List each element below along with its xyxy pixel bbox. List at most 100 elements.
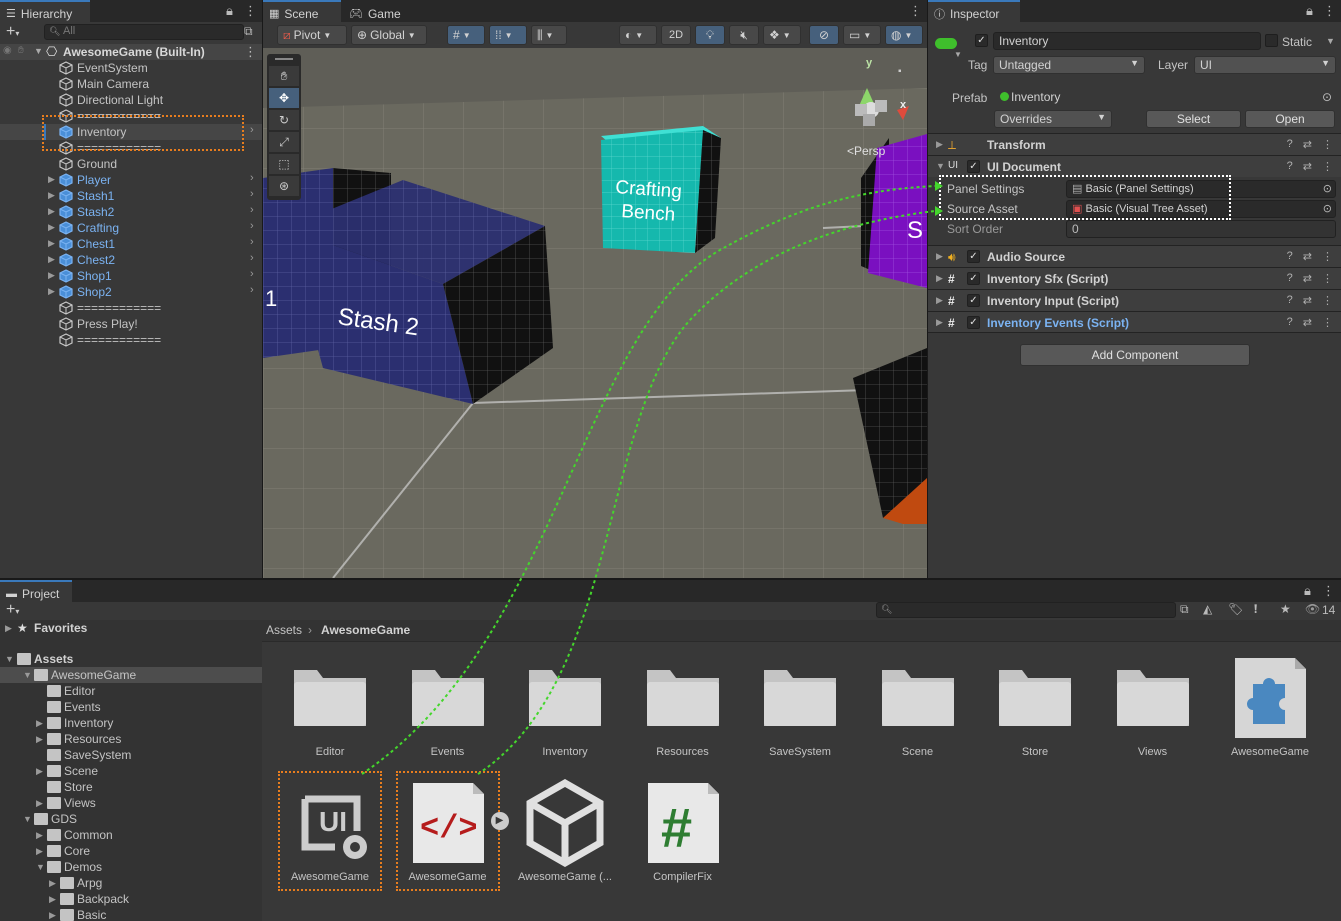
filter-by-label-icon[interactable]: 🏷︎	[1228, 602, 1243, 616]
add-component-button[interactable]: Add Component	[1020, 344, 1250, 366]
hierarchy-item[interactable]: ============	[0, 300, 262, 316]
preset-icon[interactable]: ⇄	[1303, 316, 1312, 329]
fold-closed-icon[interactable]: ▶	[36, 715, 43, 731]
object-picker-icon[interactable]: ⊙	[1323, 182, 1332, 195]
context-menu-icon[interactable]: ⋮	[1322, 294, 1333, 307]
asset-file[interactable]: AwesomeGame (...	[510, 779, 620, 889]
project-search-input[interactable]: 🔍︎	[876, 602, 1176, 618]
fold-closed-icon[interactable]: ▶	[48, 286, 55, 297]
object-picker-icon[interactable]: ⊙	[1322, 90, 1332, 104]
enabled-checkbox[interactable]: ✓	[967, 272, 980, 285]
active-checkbox[interactable]: ✓	[975, 34, 988, 47]
fold-open-icon[interactable]: ▼	[936, 161, 945, 171]
hierarchy-item[interactable]: ▶ › Stash2	[0, 204, 262, 220]
fold-closed-icon[interactable]: ▶	[5, 620, 12, 636]
asset-folder[interactable]: Store	[980, 654, 1090, 764]
enabled-checkbox[interactable]: ✓	[967, 160, 980, 173]
hierarchy-scene-root[interactable]: ◉ ✋︎ ▼ ⎔ AwesomeGame (Built-In) ⋮	[0, 44, 262, 60]
fold-open-icon[interactable]: ▼	[36, 859, 45, 875]
pickable-icon[interactable]: ✋︎	[18, 45, 24, 56]
breadcrumb-assets[interactable]: Assets	[266, 623, 302, 637]
chevron-right-icon[interactable]: ›	[250, 284, 254, 296]
static-checkbox[interactable]	[1265, 34, 1278, 47]
context-menu-icon[interactable]: ⋮	[1322, 250, 1333, 263]
fold-open-icon[interactable]: ▼	[5, 651, 14, 667]
tree-folder-item[interactable]: ▶ Views	[0, 795, 262, 811]
prefab-select-button[interactable]: Select	[1146, 110, 1241, 128]
asset-folder[interactable]: Resources	[628, 654, 738, 764]
preset-icon[interactable]: ⇄	[1303, 160, 1312, 173]
tab-hierarchy[interactable]: ☰ Hierarchy	[0, 0, 90, 22]
hierarchy-item[interactable]: Press Play!	[0, 316, 262, 332]
help-icon[interactable]: ?	[1287, 294, 1293, 307]
gizmos-dropdown[interactable]: ◍ ▼	[885, 25, 923, 45]
chevron-right-icon[interactable]: ›	[250, 268, 254, 280]
preset-icon[interactable]: ⇄	[1303, 272, 1312, 285]
rotate-tool-button[interactable]: ↻	[269, 110, 299, 130]
asset-file[interactable]: UI AwesomeGame	[275, 771, 385, 891]
audio-toggle[interactable]: 🔇︎	[729, 25, 759, 45]
rect-tool-button[interactable]: ⬚	[269, 154, 299, 174]
sort-order-field[interactable]: 0	[1066, 220, 1336, 238]
fold-closed-icon[interactable]: ▶	[48, 174, 55, 185]
tree-favorites[interactable]: ▶ ★ Favorites	[0, 620, 262, 636]
increment-snap-button[interactable]: ⫼ ▼	[531, 25, 567, 45]
tab-inspector[interactable]: ⓘ Inspector	[928, 0, 1020, 22]
fold-closed-icon[interactable]: ▶	[36, 795, 43, 811]
tab-scene[interactable]: ▦ Scene	[263, 0, 341, 22]
tag-dropdown[interactable]: Untagged ▼	[993, 56, 1145, 74]
hierarchy-item[interactable]: ▶ › Crafting	[0, 220, 262, 236]
component-inventory-sfx[interactable]: ▶ # ✓ Inventory Sfx (Script) ? ⇄ ⋮	[928, 267, 1341, 289]
fold-open-icon[interactable]: ▼	[23, 667, 32, 683]
icon-dropdown-arrow[interactable]: ▼	[954, 50, 962, 59]
hierarchy-item[interactable]: ▶ › Shop2	[0, 284, 262, 300]
hierarchy-item[interactable]: ▶ › Chest1	[0, 236, 262, 252]
fold-closed-icon[interactable]: ▶	[48, 270, 55, 281]
tree-folder-item[interactable]: Events	[0, 699, 262, 715]
help-icon[interactable]: ?	[1287, 160, 1293, 173]
scale-tool-button[interactable]: ⤢	[269, 132, 299, 152]
chevron-right-icon[interactable]: ›	[250, 188, 254, 200]
tree-folder-item[interactable]: ▶ Inventory	[0, 715, 262, 731]
global-dropdown[interactable]: ⊕ Global ▼	[351, 25, 427, 45]
tree-folder-item[interactable]: ▶ Core	[0, 843, 262, 859]
component-ui-document[interactable]: ▼ UI ✓ UI Document ? ⇄ ⋮	[928, 155, 1341, 177]
chevron-right-icon[interactable]: ›	[250, 172, 254, 184]
prefab-open-button[interactable]: Open	[1245, 110, 1335, 128]
asset-folder[interactable]: Events	[393, 654, 503, 764]
hierarchy-item[interactable]: Main Camera	[0, 76, 262, 92]
fold-closed-icon[interactable]: ▶	[48, 206, 55, 217]
component-transform[interactable]: ▶ ⟂ Transform ? ⇄ ⋮	[928, 133, 1341, 155]
scene-menu-icon[interactable]: ⋮	[244, 44, 257, 60]
fold-closed-icon[interactable]: ▶	[49, 875, 56, 891]
tree-folder-item[interactable]: ▶ Basic	[0, 907, 262, 921]
chevron-right-icon[interactable]: ›	[250, 252, 254, 264]
hierarchy-item[interactable]: ============	[0, 332, 262, 348]
overrides-dropdown[interactable]: Overrides ▼	[994, 110, 1112, 128]
fold-closed-icon[interactable]: ▶	[49, 907, 56, 921]
fold-closed-icon[interactable]: ▶	[48, 222, 55, 233]
help-icon[interactable]: ?	[1287, 316, 1293, 329]
2d-mode-button[interactable]: 2D	[661, 25, 691, 45]
fold-closed-icon[interactable]: ▶	[48, 254, 55, 265]
tree-folder-item[interactable]: Store	[0, 779, 262, 795]
lock-icon[interactable]: 🔒︎	[1304, 583, 1311, 599]
fold-closed-icon[interactable]: ▶	[936, 295, 943, 306]
context-menu-icon[interactable]: ⋮	[1322, 316, 1333, 329]
tree-folder-item[interactable]: ▼ AwesomeGame	[0, 667, 262, 683]
help-icon[interactable]: ?	[1287, 138, 1293, 151]
tree-assets[interactable]: ▼ Assets	[0, 651, 262, 667]
asset-file[interactable]: AwesomeGame	[1215, 654, 1325, 764]
enabled-checkbox[interactable]: ✓	[967, 294, 980, 307]
grid-snap-button[interactable]: # ▼	[447, 25, 485, 45]
tree-folder-item[interactable]: ▶ Arpg	[0, 875, 262, 891]
shading-mode-dropdown[interactable]: ◐ ▼	[619, 25, 657, 45]
static-dropdown-arrow[interactable]: ▼	[1326, 36, 1335, 46]
create-dropdown-button[interactable]: +▾	[6, 601, 19, 619]
lighting-toggle[interactable]: 💡︎	[695, 25, 725, 45]
gizmo-persp-label[interactable]: <Persp	[847, 144, 886, 158]
camera-dropdown[interactable]: ▭ ▼	[843, 25, 881, 45]
tree-folder-item[interactable]: ▶ Common	[0, 827, 262, 843]
hidden-packages-icon[interactable]: 👁︎	[1305, 602, 1320, 616]
context-menu-icon[interactable]: ⋮	[1322, 160, 1333, 173]
